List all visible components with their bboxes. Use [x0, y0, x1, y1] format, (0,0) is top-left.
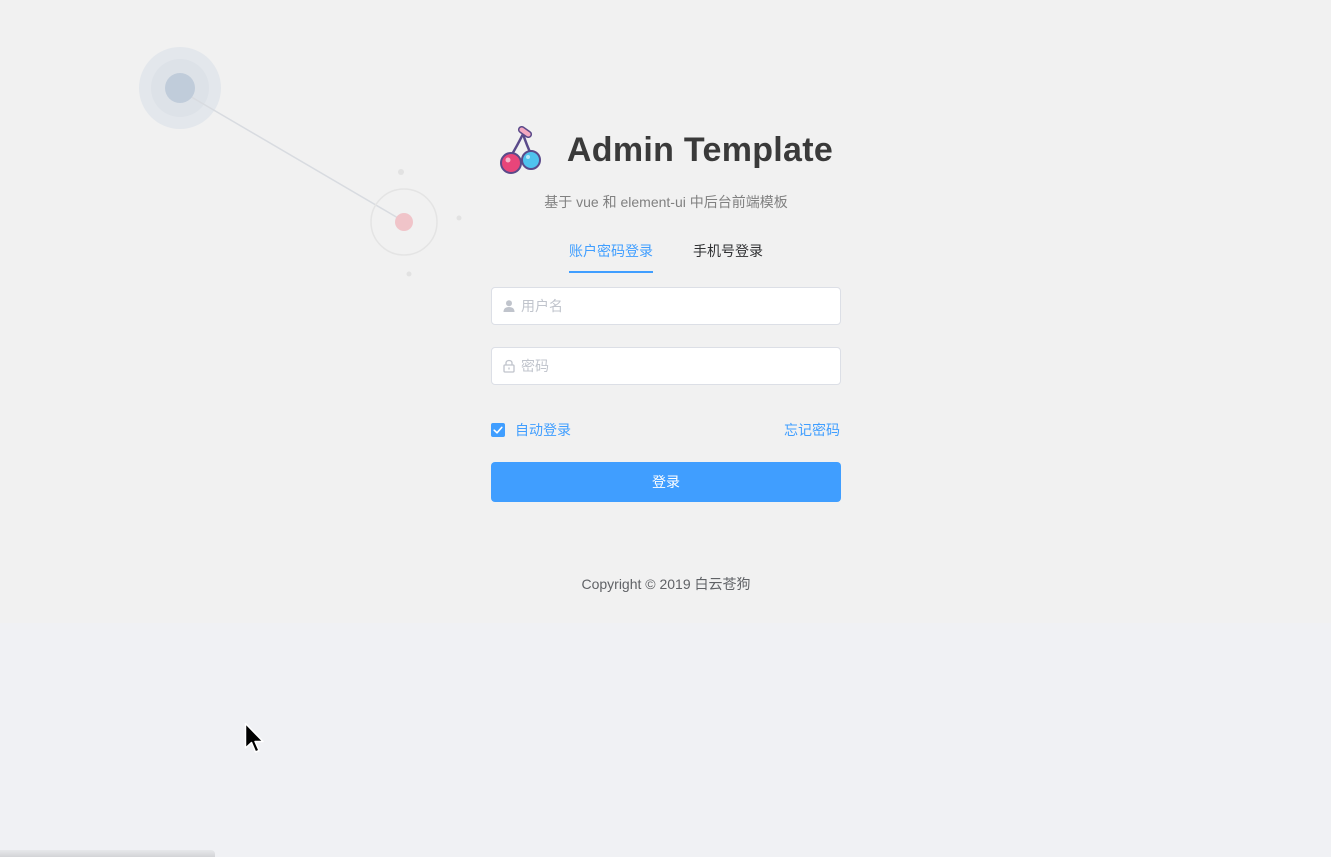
- auto-login-checkbox[interactable]: 自动登录: [491, 420, 571, 440]
- password-input[interactable]: [521, 348, 821, 384]
- page-lower-area: [0, 623, 1331, 857]
- lock-icon: [503, 359, 515, 373]
- username-field[interactable]: [491, 287, 841, 325]
- decor-node-pink: [395, 213, 413, 231]
- login-options-row: 自动登录 忘记密码: [491, 418, 841, 438]
- tab-account-password-login[interactable]: 账户密码登录: [569, 240, 653, 262]
- copyright-text: Copyright © 2019 白云苍狗: [581, 576, 751, 592]
- active-tab-indicator: [569, 271, 653, 273]
- brand-header: Admin Template: [487, 120, 841, 180]
- tab-phone-login[interactable]: 手机号登录: [693, 240, 763, 262]
- username-input[interactable]: [521, 288, 821, 324]
- decor-dot: [406, 271, 412, 277]
- login-panel: Admin Template 基于 vue 和 element-ui 中后台前端…: [491, 120, 841, 502]
- decor-dot: [456, 215, 462, 221]
- cherry-icon: [499, 125, 541, 174]
- auto-login-label[interactable]: 自动登录: [515, 420, 571, 440]
- mouse-cursor-icon: [244, 722, 264, 753]
- forgot-password-link[interactable]: 忘记密码: [784, 420, 840, 440]
- decor-dot: [398, 169, 404, 175]
- app-subtitle: 基于 vue 和 element-ui 中后台前端模板: [544, 194, 788, 210]
- password-field[interactable]: [491, 347, 841, 385]
- login-button[interactable]: 登录: [491, 462, 841, 502]
- app-title: Admin Template: [566, 130, 834, 169]
- horizontal-scroll-shadow: [0, 850, 215, 857]
- user-icon: [503, 300, 515, 312]
- checkbox-checked-icon[interactable]: [491, 423, 505, 437]
- decor-node-blue: [165, 73, 195, 103]
- login-page: Admin Template 基于 vue 和 element-ui 中后台前端…: [0, 0, 1331, 857]
- decor-connector-line: [187, 94, 399, 219]
- check-icon: [493, 426, 503, 434]
- login-tabs: 账户密码登录 手机号登录: [491, 240, 841, 273]
